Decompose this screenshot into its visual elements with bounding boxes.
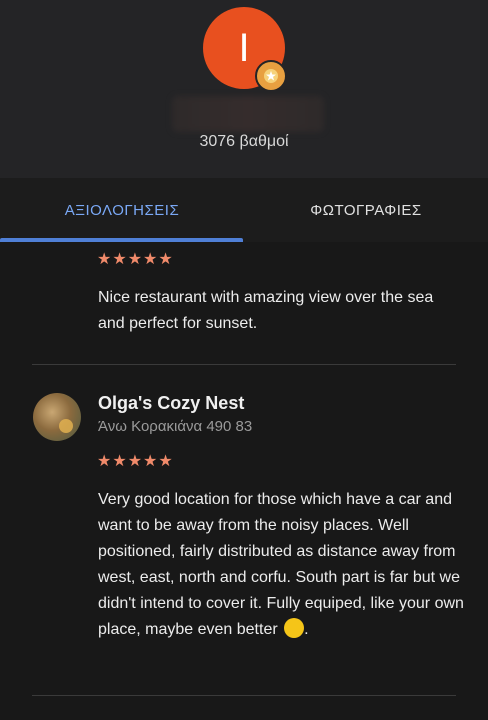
review-rating-stars: ★★★★★ xyxy=(97,453,174,470)
avatar-letter: I xyxy=(238,25,250,70)
profile-points: 3076 βαθμοί xyxy=(199,133,289,150)
tab-bar: ΑΞΙΟΛΟΓΗΣΕΙΣ ΦΩΤΟΓΡΑΦΙΕΣ xyxy=(0,178,488,242)
tab-photos[interactable]: ΦΩΤΟΓΡΑΦΙΕΣ xyxy=(244,178,488,242)
local-guide-badge-icon xyxy=(255,60,287,92)
place-name[interactable]: Olga's Cozy Nest xyxy=(98,393,244,414)
place-thumbnail[interactable] xyxy=(33,393,81,441)
review-text: Very good location for those which have … xyxy=(98,487,468,643)
active-tab-indicator xyxy=(0,238,243,242)
blurred-profile-name xyxy=(172,96,324,132)
review-divider xyxy=(32,695,456,696)
tab-reviews[interactable]: ΑΞΙΟΛΟΓΗΣΕΙΣ xyxy=(0,178,244,242)
review-text-period: . xyxy=(304,621,309,638)
rolling-on-floor-laughing-emoji-icon xyxy=(284,618,305,638)
place-location: Άνω Κορακιάνα 490 83 xyxy=(98,418,253,435)
review-text-body: Very good location for those which have … xyxy=(98,491,464,638)
review-divider xyxy=(32,364,456,365)
review-rating-stars: ★★★★★ xyxy=(97,251,174,268)
review-text: Nice restaurant with amazing view over t… xyxy=(98,289,434,332)
profile-header: I 3076 βαθμοί xyxy=(0,0,488,178)
